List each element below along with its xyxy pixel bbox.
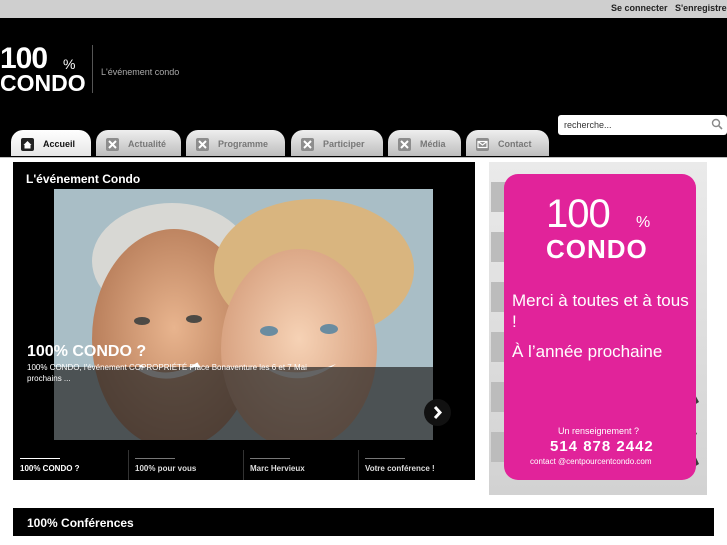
tab-label: Programme [218, 139, 269, 149]
logo-divider [92, 45, 93, 93]
promo-next-year: À l’année prochaine [512, 342, 663, 361]
tab-actualite[interactable]: Actualité [96, 130, 181, 156]
slider-nav-label: Marc Hervieux [250, 464, 305, 473]
promo-email: contact @centpourcentcondo.com [530, 457, 652, 466]
tab-programme[interactable]: Programme [186, 130, 285, 156]
mail-icon [476, 138, 489, 151]
main-content: L'événement Condo 100% CONDO ? 100% COND… [0, 158, 727, 545]
promo-thanks: Merci à toutes et à tous ! [512, 291, 689, 331]
tab-label: Participer [323, 139, 365, 149]
login-link[interactable]: Se connecter [611, 3, 668, 13]
home-icon [21, 138, 34, 151]
promo-info-label: Un renseignement ? [558, 426, 640, 436]
slider-nav-item[interactable]: Marc Hervieux [243, 450, 358, 480]
tab-label: Contact [498, 139, 532, 149]
featured-slider: L'événement Condo 100% CONDO ? 100% COND… [13, 162, 475, 480]
slider-nav-label: 100% CONDO ? [20, 464, 80, 473]
joomla-icon [196, 138, 209, 151]
tab-label: Accueil [43, 139, 76, 149]
main-nav: Accueil Actualité Programme Participer M… [0, 128, 727, 158]
logo-word: CONDO [0, 70, 86, 96]
tab-accueil[interactable]: Accueil [11, 130, 91, 156]
tab-participer[interactable]: Participer [291, 130, 383, 156]
site-tagline: L'événement condo [101, 67, 180, 77]
slider-nav: 100% CONDO ? 100% pour vous Marc Hervieu… [13, 450, 475, 480]
tab-media[interactable]: Média [388, 130, 461, 156]
caption-title[interactable]: 100% CONDO ? [27, 343, 146, 361]
next-slide-button[interactable] [424, 399, 451, 426]
chevron-right-icon [433, 405, 443, 420]
slider-nav-label: 100% pour vous [135, 464, 197, 473]
register-link[interactable]: S'enregistrer [675, 3, 727, 13]
top-bar: Se connecter S'enregistrer [0, 0, 727, 18]
promo-card: 100 % CONDO Merci à toutes et à tous ! À… [504, 174, 696, 480]
promo-logo-word: CONDO [546, 234, 648, 264]
slide-image[interactable] [54, 189, 433, 440]
joomla-icon [106, 138, 119, 151]
promo-phone: 514 878 2442 [550, 438, 654, 455]
slider-nav-item[interactable]: 100% pour vous [128, 450, 243, 480]
slider-nav-item[interactable]: Votre conférence ! [358, 450, 473, 480]
tab-contact[interactable]: Contact [466, 130, 549, 156]
conferences-title: 100% Conférences [27, 516, 134, 530]
conferences-header: 100% Conférences [13, 508, 714, 536]
joomla-icon [398, 138, 411, 151]
slider-nav-item[interactable]: 100% CONDO ? [13, 450, 128, 480]
promo-banner[interactable]: 100 % CONDO Merci à toutes et à tous ! À… [489, 162, 707, 495]
slider-title: L'événement Condo [26, 172, 141, 186]
promo-logo-number: 100 [546, 192, 611, 236]
promo-logo-percent: % [636, 214, 651, 231]
joomla-icon [301, 138, 314, 151]
slider-nav-label: Votre conférence ! [365, 464, 435, 473]
caption-text: 100% CONDO, l'événement COPROPRIÉTÉ Plac… [27, 363, 307, 383]
tab-label: Média [420, 139, 446, 149]
tab-label: Actualité [128, 139, 167, 149]
